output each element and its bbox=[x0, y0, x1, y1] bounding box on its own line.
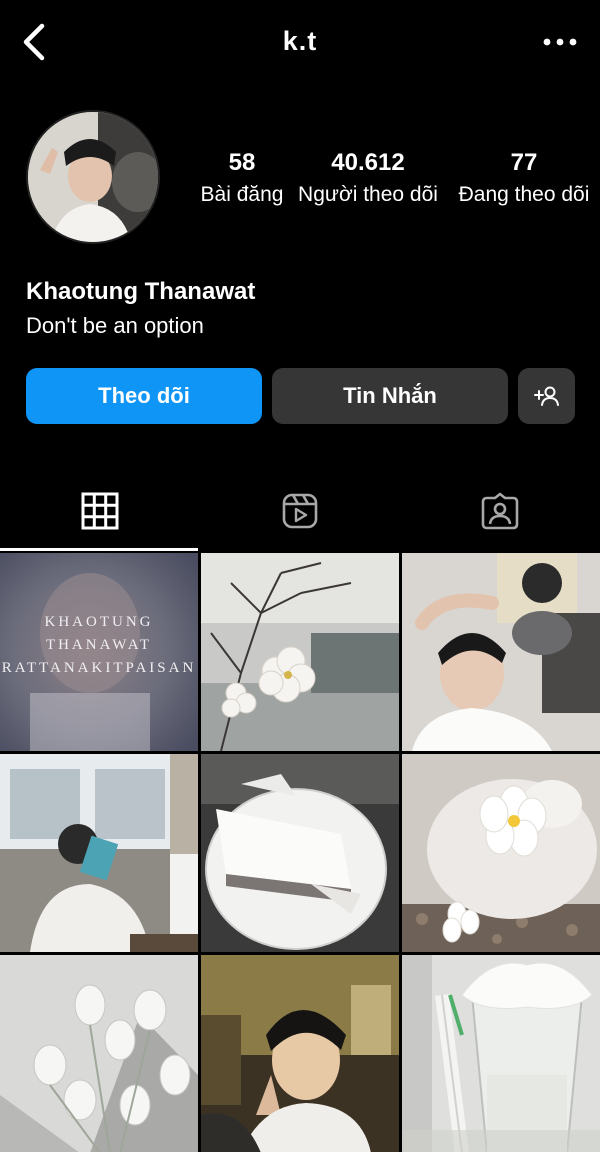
grid-icon bbox=[81, 492, 119, 530]
grid-post[interactable] bbox=[201, 754, 399, 952]
profile-name: Khaotung Thanawat bbox=[26, 278, 256, 305]
reels-icon bbox=[282, 493, 318, 529]
grid-post[interactable] bbox=[402, 955, 600, 1152]
add-user-icon bbox=[533, 386, 559, 406]
stat-followers-value: 40.612 bbox=[331, 149, 405, 176]
stat-following-value: 77 bbox=[510, 149, 538, 176]
tab-posts[interactable] bbox=[0, 470, 200, 552]
more-horizontal-icon bbox=[543, 38, 577, 46]
post-image-portrait bbox=[402, 553, 600, 751]
stat-following-label: Đang theo dõi bbox=[458, 183, 590, 206]
tagged-icon bbox=[481, 492, 519, 530]
avatar[interactable] bbox=[26, 110, 160, 244]
tab-tagged[interactable] bbox=[400, 470, 600, 552]
grid-post[interactable] bbox=[201, 553, 399, 751]
cover-text: KHAOTUNG THANAWAT RATTANAKITPAISAN bbox=[0, 611, 198, 680]
cover-line: KHAOTUNG bbox=[44, 614, 154, 630]
post-image-tulips bbox=[0, 955, 198, 1152]
message-button[interactable]: Tin Nhắn bbox=[272, 368, 508, 424]
cover-line: RATTANAKITPAISAN bbox=[1, 660, 197, 676]
cover-line: THANAWAT bbox=[45, 637, 153, 653]
grid-post[interactable]: KHAOTUNG THANAWAT RATTANAKITPAISAN bbox=[0, 553, 198, 751]
grid-post[interactable] bbox=[0, 754, 198, 952]
grid-post[interactable] bbox=[201, 955, 399, 1152]
suggest-users-button[interactable] bbox=[518, 368, 575, 424]
profile-bio: Don't be an option bbox=[26, 313, 204, 338]
stat-following[interactable]: 77 Đang theo dõi bbox=[448, 148, 600, 210]
stat-followers[interactable]: 40.612 Người theo dõi bbox=[288, 148, 448, 210]
post-image-selfie bbox=[201, 955, 399, 1152]
post-image-cat bbox=[402, 754, 600, 952]
post-image-cheesecake bbox=[201, 754, 399, 952]
post-image-drink bbox=[402, 955, 600, 1152]
stat-posts-label: Bài đăng bbox=[200, 183, 284, 206]
photo-grid: KHAOTUNG THANAWAT RATTANAKITPAISAN bbox=[0, 553, 600, 1152]
active-tab-indicator bbox=[0, 548, 198, 551]
grid-post[interactable] bbox=[402, 553, 600, 751]
grid-post[interactable] bbox=[402, 754, 600, 952]
follow-button[interactable]: Theo dõi bbox=[26, 368, 262, 424]
top-bar: k.t bbox=[0, 0, 600, 86]
grid-post[interactable] bbox=[0, 955, 198, 1152]
page-title: k.t bbox=[282, 26, 318, 56]
stat-posts-value: 58 bbox=[228, 149, 256, 176]
profile-tabs bbox=[0, 470, 600, 552]
post-image-reading bbox=[0, 754, 198, 952]
avatar-photo bbox=[28, 112, 158, 242]
stat-posts[interactable]: 58 Bài đăng bbox=[196, 148, 288, 210]
post-image-blossom bbox=[201, 553, 399, 751]
stat-followers-label: Người theo dõi bbox=[298, 183, 438, 206]
tab-reels[interactable] bbox=[200, 470, 400, 552]
more-options-button[interactable] bbox=[542, 30, 578, 54]
